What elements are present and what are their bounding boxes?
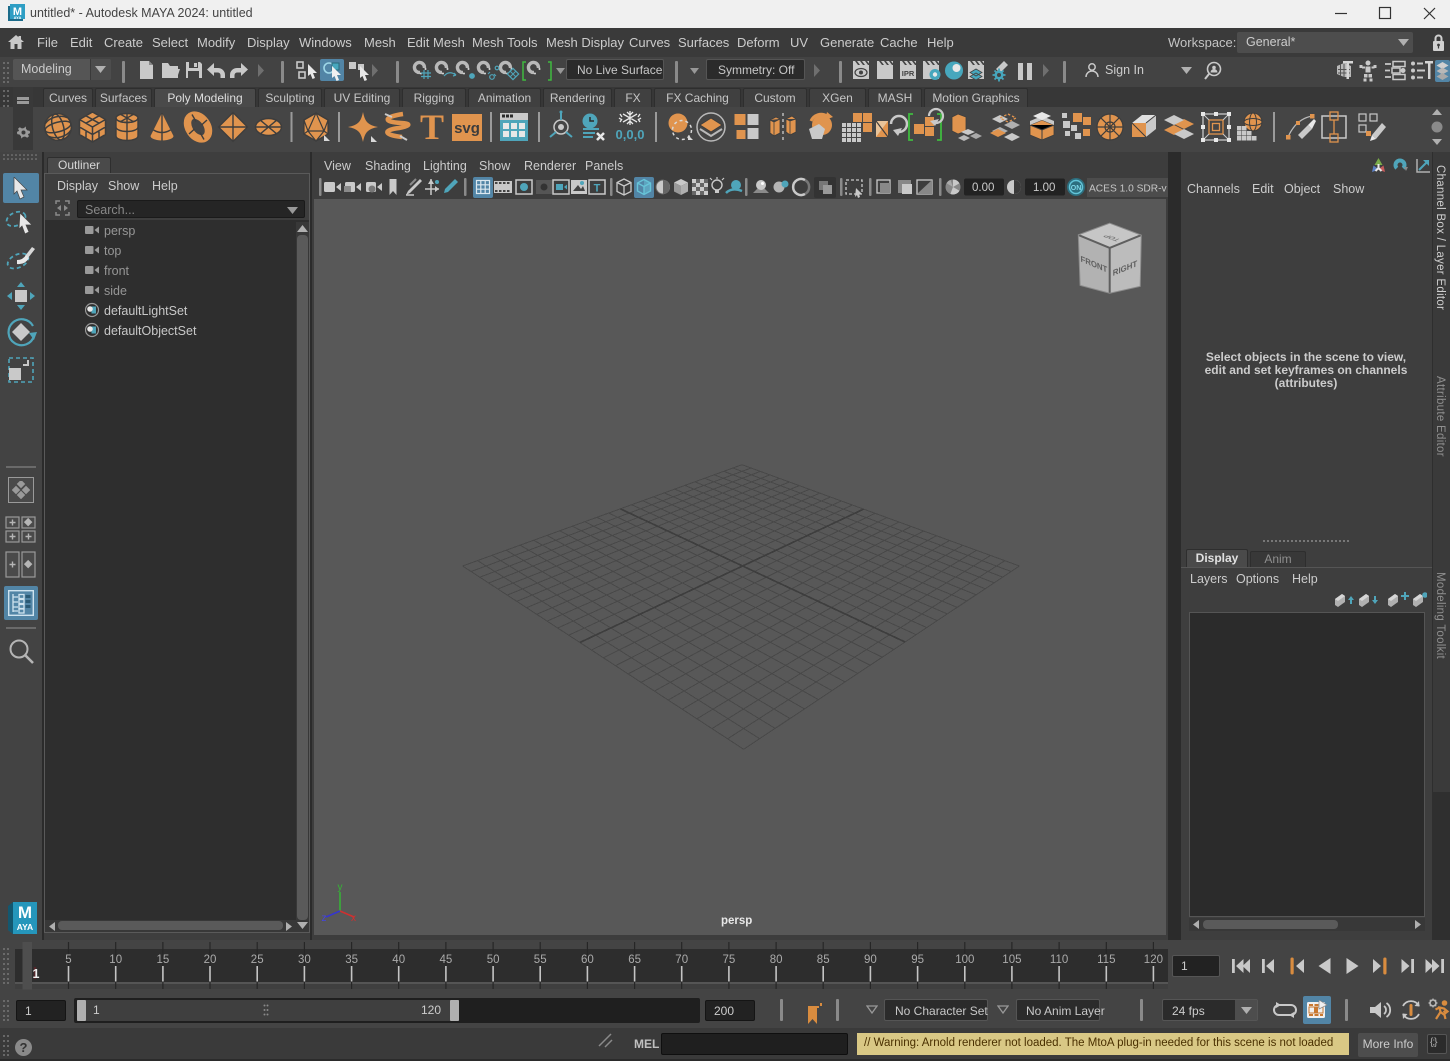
svg-text:M: M bbox=[18, 903, 32, 922]
svg-text:95: 95 bbox=[911, 954, 924, 966]
svg-text:50: 50 bbox=[487, 954, 500, 966]
svg-text:1: 1 bbox=[33, 967, 40, 981]
svg-text:y: y bbox=[338, 883, 343, 893]
svg-text:120: 120 bbox=[1144, 954, 1163, 966]
svg-text:20: 20 bbox=[204, 954, 217, 966]
svg-text:60: 60 bbox=[581, 954, 594, 966]
svg-text:65: 65 bbox=[628, 954, 641, 966]
svg-text:15: 15 bbox=[157, 954, 170, 966]
svg-text:40: 40 bbox=[392, 954, 405, 966]
svg-text:10: 10 bbox=[109, 954, 122, 966]
svg-text:T: T bbox=[420, 107, 444, 147]
svg-text:110: 110 bbox=[1050, 954, 1068, 966]
svg-text:85: 85 bbox=[817, 954, 830, 966]
svg-text:z: z bbox=[322, 913, 327, 924]
svg-text:80: 80 bbox=[770, 954, 783, 966]
svg-text:105: 105 bbox=[1002, 954, 1021, 966]
svg-text:115: 115 bbox=[1097, 954, 1115, 966]
svg-text:35: 35 bbox=[345, 954, 358, 966]
svg-text:IPR: IPR bbox=[902, 69, 915, 78]
svg-text:AYA: AYA bbox=[17, 922, 33, 932]
svg-text:AYA: AYA bbox=[14, 15, 22, 20]
svg-text:0,0,0: 0,0,0 bbox=[616, 127, 645, 142]
svg-text:55: 55 bbox=[534, 954, 547, 966]
svg-text:svg: svg bbox=[454, 120, 480, 137]
svg-text:70: 70 bbox=[675, 954, 688, 966]
svg-text:100: 100 bbox=[955, 954, 974, 966]
svg-text:45: 45 bbox=[440, 954, 453, 966]
svg-text:5: 5 bbox=[65, 954, 71, 966]
svg-text:30: 30 bbox=[298, 954, 311, 966]
svg-text:90: 90 bbox=[864, 954, 877, 966]
svg-text:75: 75 bbox=[723, 954, 736, 966]
svg-text:x: x bbox=[351, 913, 356, 924]
svg-text:25: 25 bbox=[251, 954, 264, 966]
